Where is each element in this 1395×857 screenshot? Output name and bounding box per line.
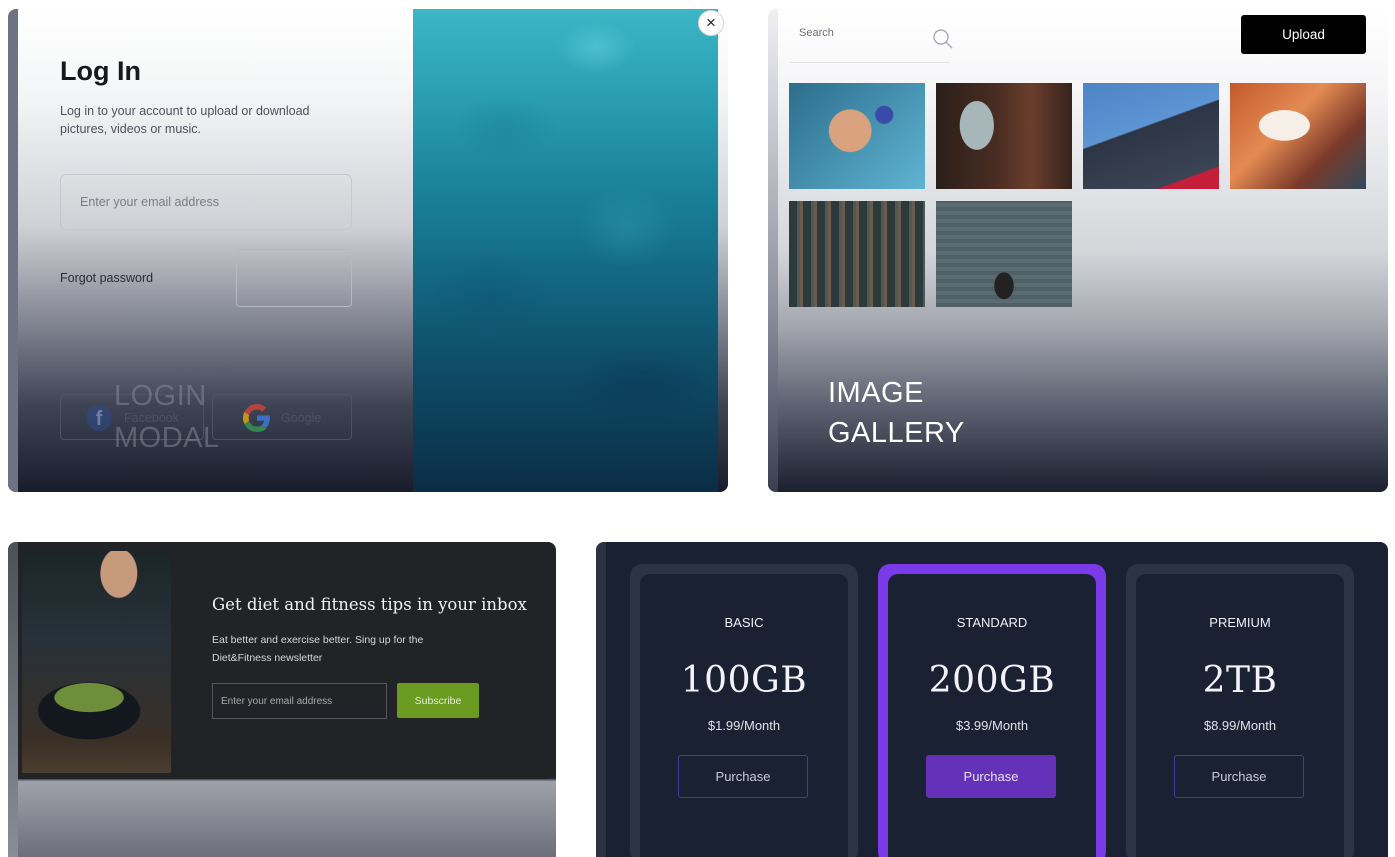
image-gallery-card: Upload IMAGE GALLERY	[768, 9, 1388, 492]
plan-storage: 100GB	[680, 660, 808, 701]
newsletter-card: Get diet and fitness tips in your inbox …	[8, 542, 556, 857]
google-label: Google	[281, 411, 322, 425]
login-modal-watermark: LOGIN MODAL	[114, 375, 220, 459]
gallery-search	[790, 18, 953, 63]
card-edge	[596, 542, 606, 857]
divider	[60, 344, 352, 345]
upload-button[interactable]: Upload	[1241, 15, 1366, 54]
purchase-button-basic[interactable]: Purchase	[678, 755, 808, 798]
close-icon[interactable]: ×	[698, 10, 724, 36]
purchase-button-standard[interactable]: Purchase	[926, 755, 1056, 798]
plan-panel: BASIC 100GB $1.99/Month Purchase	[640, 574, 848, 857]
plan-storage: 2TB	[1202, 660, 1278, 701]
gallery-thumbnail-abstract[interactable]	[1230, 83, 1366, 189]
login-subtitle: Log in to your account to upload or down…	[60, 104, 310, 136]
google-login-button[interactable]: Google	[212, 394, 352, 440]
login-form: Log In Log in to your account to upload …	[60, 9, 360, 492]
newsletter-panel: Get diet and fitness tips in your inbox …	[18, 542, 546, 779]
plan-premium: PREMIUM 2TB $8.99/Month Purchase	[1126, 564, 1354, 857]
plan-panel: STANDARD 200GB $3.99/Month Purchase	[888, 574, 1096, 857]
google-icon	[243, 404, 270, 432]
login-title: Log In	[60, 56, 141, 86]
plan-name: STANDARD	[956, 615, 1028, 630]
search-icon[interactable]	[932, 28, 954, 50]
plan-price: $3.99/Month	[955, 718, 1029, 733]
newsletter-description: Eat better and exercise better. Sing up …	[212, 634, 424, 664]
gallery-thumbnail-buildings[interactable]	[789, 201, 925, 307]
plan-panel: PREMIUM 2TB $8.99/Month Purchase	[1136, 574, 1344, 857]
plan-basic: BASIC 100GB $1.99/Month Purchase	[630, 564, 858, 857]
login-email-field[interactable]	[60, 174, 352, 230]
newsletter-email-field[interactable]	[212, 683, 387, 719]
gallery-caption-line2: GALLERY	[828, 417, 965, 449]
facebook-icon: f	[86, 405, 112, 431]
gallery-thumbnail-roof[interactable]	[1083, 83, 1219, 189]
plan-name: BASIC	[724, 615, 764, 630]
newsletter-title: Get diet and fitness tips in your inbox	[212, 595, 527, 614]
card-edge	[768, 9, 778, 492]
subscribe-button[interactable]: Subscribe	[397, 683, 479, 718]
gallery-thumbnail-portrait[interactable]	[789, 83, 925, 189]
forgot-password-link[interactable]: Forgot password	[60, 271, 153, 285]
gallery-caption-line1: IMAGE	[828, 377, 924, 409]
plan-storage: 200GB	[928, 660, 1056, 701]
plan-price: $8.99/Month	[1203, 718, 1277, 733]
purchase-button-premium[interactable]: Purchase	[1174, 755, 1304, 798]
card-edge	[8, 542, 18, 857]
card-edge	[8, 9, 18, 492]
login-submit-box[interactable]	[236, 249, 352, 307]
watermark-line2: MODAL	[114, 422, 220, 454]
newsletter-image	[22, 551, 171, 773]
gallery-thumbnail-window[interactable]	[936, 83, 1072, 189]
gallery-thumbnail-wall-door[interactable]	[936, 201, 1072, 307]
watermark-line1: LOGIN	[114, 380, 207, 412]
plan-price: $1.99/Month	[707, 718, 781, 733]
gallery-caption: IMAGE GALLERY	[828, 373, 965, 453]
search-input[interactable]	[797, 26, 921, 40]
pricing-card: BASIC 100GB $1.99/Month Purchase STANDAR…	[596, 542, 1388, 857]
water-image	[413, 9, 718, 492]
login-modal-card: Log In Log in to your account to upload …	[8, 9, 728, 492]
plan-standard: STANDARD 200GB $3.99/Month Purchase	[878, 564, 1106, 857]
plan-name: PREMIUM	[1209, 615, 1271, 630]
